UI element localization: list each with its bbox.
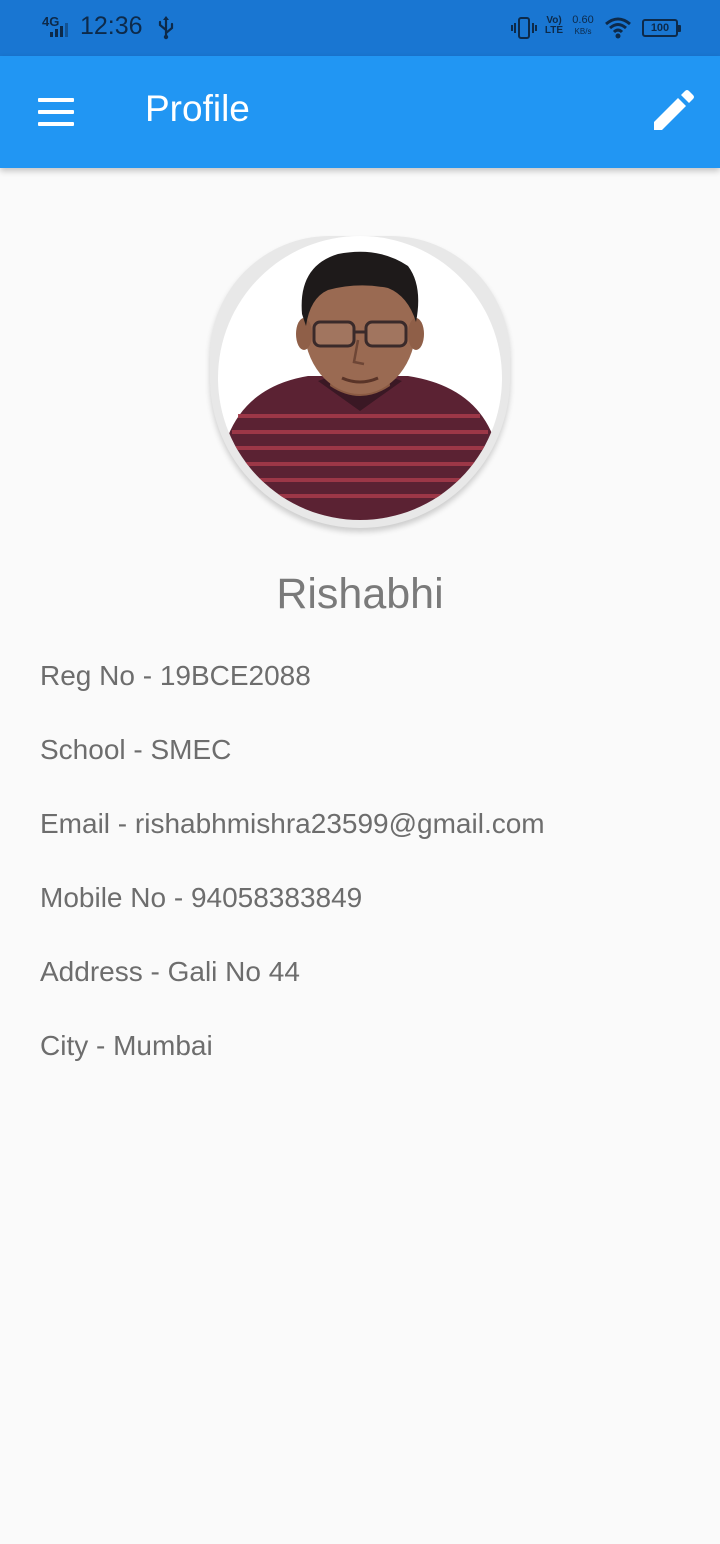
usb-icon (156, 16, 176, 40)
speed-value: 0.60 (572, 14, 594, 26)
edit-pencil-icon (654, 90, 694, 130)
reg-no-text: Reg No - 19BCE2088 (40, 660, 311, 691)
avatar[interactable] (210, 236, 510, 528)
cell-signal-icon: 4G (40, 14, 74, 40)
profile-name: Rishabhi (276, 570, 444, 618)
address-text: Address - Gali No 44 (40, 956, 300, 987)
speed-unit: KB/s (574, 27, 592, 36)
network-speed: 0.60 KB/s (568, 15, 598, 41)
wifi-icon (604, 16, 632, 40)
app-bar: Profile (0, 56, 720, 168)
vibrate-icon (511, 16, 537, 40)
volte-indicator: Vo) LTE (544, 15, 564, 36)
school-text: School - SMEC (40, 734, 232, 765)
mobile-text: Mobile No - 94058383849 (40, 882, 363, 913)
email-text: Email - rishabhmishra23599@gmail.com (40, 808, 545, 839)
edit-button[interactable] (644, 86, 700, 138)
network-type: 4G (42, 14, 60, 29)
page-title: Profile (145, 88, 250, 129)
battery-level: 100 (642, 19, 678, 37)
city-text: City - Mumbai (40, 1030, 213, 1061)
profile-photo (218, 236, 502, 520)
status-bar: 4G 12:36 Vo) LTE 0.60 KB/s 100 (0, 0, 720, 56)
clock: 12:36 (80, 12, 143, 40)
menu-button[interactable] (28, 92, 84, 132)
battery-icon: 100 (642, 17, 682, 39)
